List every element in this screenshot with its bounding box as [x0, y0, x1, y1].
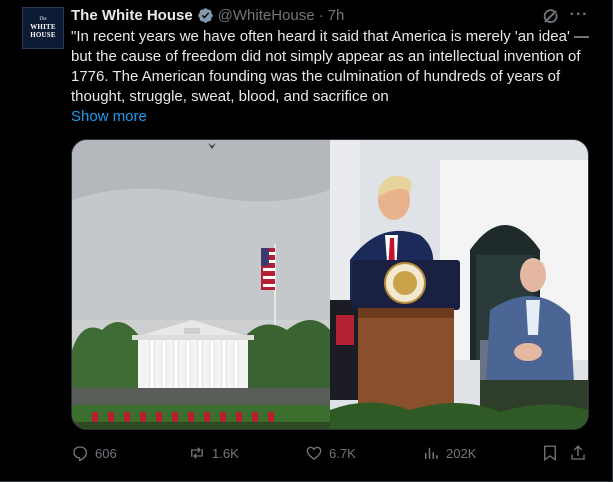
author-name[interactable]: The White House — [71, 7, 193, 24]
repost-icon — [191, 447, 203, 459]
repost-count: 1.6K — [212, 445, 239, 461]
repost-button[interactable]: 1.6K — [188, 443, 239, 463]
timestamp[interactable]: 7h — [328, 7, 345, 24]
podium-speech-photo[interactable] — [330, 140, 588, 429]
bookmark-icon[interactable] — [541, 444, 559, 462]
tweet-actions: 606 1.6K 6.7K 202K — [71, 443, 591, 463]
avatar[interactable]: The WHITE HOUSE — [22, 7, 64, 49]
like-button[interactable]: 6.7K — [305, 443, 356, 463]
avatar-text-line-2: HOUSE — [30, 31, 56, 39]
tweet-text: "In recent years we have often heard it … — [71, 28, 589, 105]
more-options-icon[interactable]: ··· — [569, 6, 589, 26]
reply-button[interactable]: 606 — [71, 443, 117, 463]
views-count: 202K — [446, 445, 477, 461]
reply-count: 606 — [95, 445, 117, 461]
heart-icon — [306, 446, 322, 460]
tweet-card[interactable]: The WHITE HOUSE The White House @WhiteHo… — [0, 0, 613, 482]
white-house-flag-photo[interactable] — [72, 140, 330, 429]
views-chart-icon — [425, 447, 438, 459]
views-button[interactable]: 202K — [422, 443, 476, 463]
like-count: 6.7K — [329, 445, 356, 461]
tweet-media[interactable] — [71, 139, 589, 430]
verified-badge-icon[interactable] — [197, 7, 214, 24]
avatar-text-line-1: WHITE — [30, 23, 56, 31]
reply-icon — [73, 446, 88, 462]
separator-dot: · — [318, 6, 324, 24]
tweet-header: The White House @WhiteHouse · 7h — [71, 5, 344, 25]
author-handle[interactable]: @WhiteHouse — [218, 7, 315, 24]
grok-icon[interactable] — [541, 7, 561, 27]
show-more-link[interactable]: Show more — [71, 107, 147, 127]
share-icon[interactable] — [569, 444, 587, 462]
